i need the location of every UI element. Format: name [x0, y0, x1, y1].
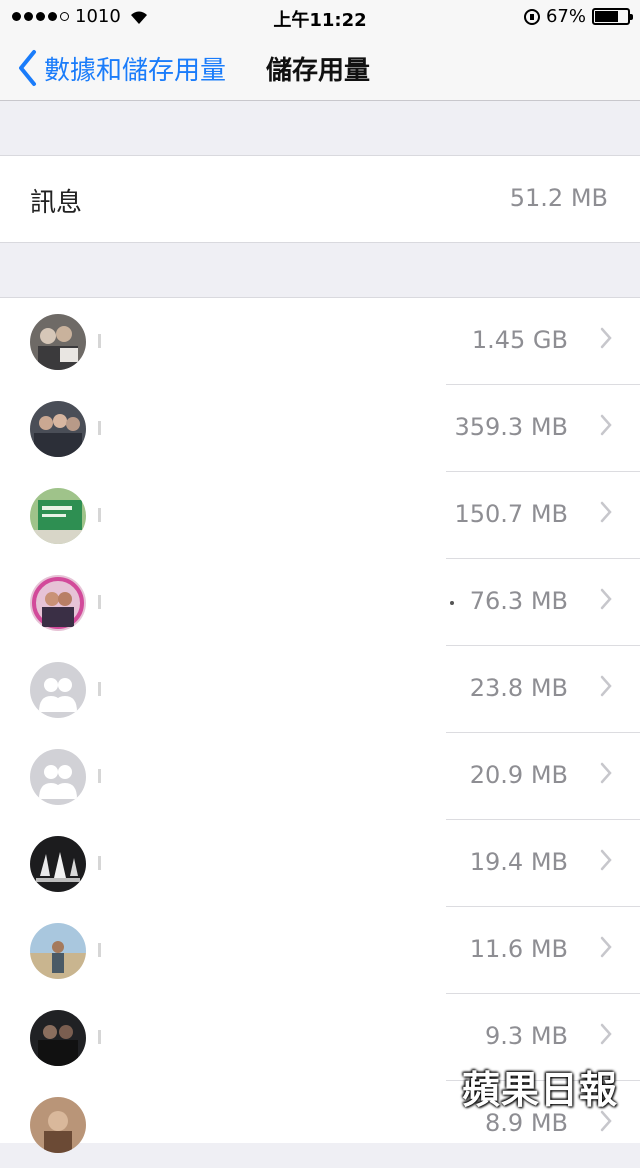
chevron-right-icon: [600, 762, 612, 784]
back-label: 數據和儲存用量: [44, 55, 227, 86]
chevron-right-icon: [600, 849, 612, 871]
conversation-row[interactable]: 20.9 MB: [0, 733, 640, 820]
redacted-name: [98, 682, 101, 696]
conversation-row[interactable]: 76.3 MB: [0, 559, 640, 646]
status-right: 67%: [523, 6, 633, 27]
redacted-name: [98, 334, 101, 348]
status-bar: 1010 上午11:22 67%: [0, 0, 640, 36]
battery-icon: [592, 8, 633, 25]
redacted-name: [98, 595, 101, 609]
redacted-name: [98, 1030, 101, 1044]
redacted-name: [98, 508, 101, 522]
chevron-left-icon: [19, 50, 36, 86]
dark-group-photo-avatar: [30, 1010, 86, 1066]
conversation-size: 23.8 MB: [469, 674, 568, 702]
conversation-row[interactable]: 11.6 MB: [0, 907, 640, 994]
chevron-right-icon: [600, 327, 612, 349]
page-title: 儲存用量: [266, 56, 371, 86]
redacted-name: [98, 421, 101, 435]
default-group-avatar: [30, 662, 86, 718]
battery-fill: [595, 11, 618, 22]
group-photo-avatar: [30, 401, 86, 457]
chevron-right-icon: [600, 501, 612, 523]
photo-avatar: [30, 1097, 86, 1153]
conversation-row[interactable]: 19.4 MB: [0, 820, 640, 907]
redacted-name: [98, 856, 101, 870]
chevron-right-icon: [600, 414, 612, 436]
green-sign-photo-avatar: [30, 488, 86, 544]
conversation-size: 359.3 MB: [454, 413, 568, 441]
conversation-row[interactable]: 1.45 GB: [0, 298, 640, 385]
messages-size: 51.2 MB: [509, 184, 608, 212]
beach-photo-avatar: [30, 923, 86, 979]
back-button[interactable]: 數據和儲存用量: [16, 48, 226, 88]
conversation-row[interactable]: 359.3 MB: [0, 385, 640, 472]
watermark-logo: 蘋果日報: [461, 1068, 618, 1112]
chevron-right-icon: [600, 675, 612, 697]
conversation-list: 1.45 GB 359.3 MB 150.7 MB 76.3 MB 23.8 M…: [0, 297, 640, 1153]
dark-photo-avatar: [30, 836, 86, 892]
navigation-bar: 數據和儲存用量 儲存用量: [0, 36, 640, 101]
conversation-row[interactable]: 150.7 MB: [0, 472, 640, 559]
chevron-right-icon: [600, 936, 612, 958]
conversation-row[interactable]: 23.8 MB: [0, 646, 640, 733]
chevron-right-icon: [600, 1023, 612, 1045]
redacted-name: [98, 943, 101, 957]
group-photo-avatar: [30, 314, 86, 370]
conversation-size: 1.45 GB: [471, 326, 568, 354]
chevron-right-icon: [600, 588, 612, 610]
conversation-size: 76.3 MB: [469, 587, 568, 615]
battery-percent: 67%: [545, 6, 586, 27]
messages-label: 訊息: [30, 188, 83, 218]
default-group-avatar: [30, 749, 86, 805]
conversation-size: 9.3 MB: [485, 1022, 568, 1050]
conversation-size: 19.4 MB: [469, 848, 568, 876]
conversation-size: 150.7 MB: [454, 500, 568, 528]
speck-mark: [450, 601, 454, 605]
conversation-size: 11.6 MB: [469, 935, 568, 963]
orientation-lock-icon: [523, 8, 540, 25]
conversation-size: 20.9 MB: [469, 761, 568, 789]
couple-photo-avatar: [30, 575, 86, 631]
messages-total-row: 訊息 51.2 MB: [0, 155, 640, 243]
redacted-name: [98, 769, 101, 783]
